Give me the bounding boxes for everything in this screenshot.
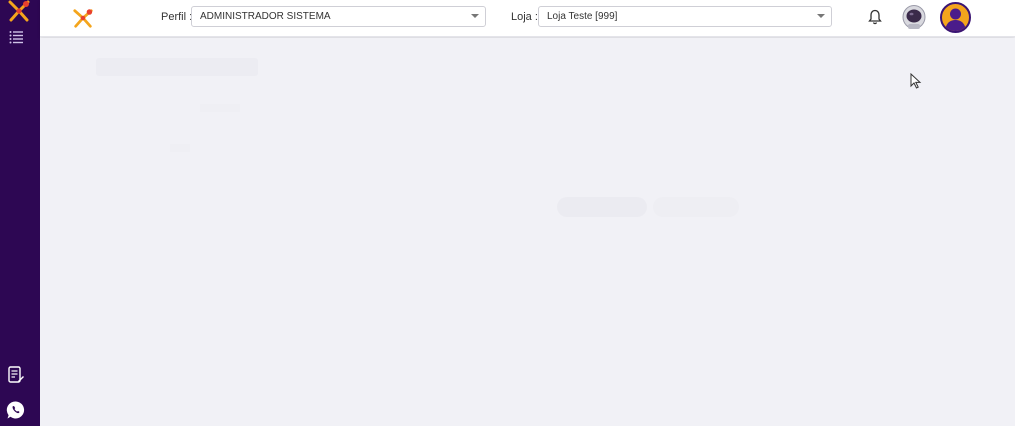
loja-value: Loja Teste [999] — [547, 11, 618, 22]
user-avatar[interactable] — [940, 2, 971, 33]
user-silhouette-icon — [945, 8, 966, 31]
mouse-cursor-icon — [910, 73, 922, 89]
chevron-down-icon — [471, 14, 479, 18]
placeholder-title — [96, 58, 258, 76]
placeholder-text — [200, 104, 240, 112]
perfil-label: Perfil : — [161, 11, 193, 23]
placeholder-button — [557, 197, 647, 217]
top-bar: Perfil : ADMINISTRADOR SISTEMA Loja : Lo… — [40, 0, 1015, 37]
placeholder-text — [170, 144, 190, 152]
loja-select[interactable]: Loja Teste [999] — [538, 6, 832, 27]
list-menu-icon[interactable] — [9, 30, 23, 44]
bell-icon[interactable] — [868, 9, 882, 25]
perfil-value: ADMINISTRADOR SISTEMA — [200, 11, 331, 22]
document-edit-icon[interactable] — [8, 366, 24, 384]
perfil-select[interactable]: ADMINISTRADOR SISTEMA — [191, 6, 486, 27]
sidebar — [0, 0, 40, 426]
brand-logo-icon[interactable] — [72, 7, 94, 29]
food-logo-icon[interactable] — [7, 0, 31, 22]
main-content — [40, 38, 1015, 426]
placeholder-button — [653, 197, 739, 217]
whatsapp-icon[interactable] — [6, 400, 26, 420]
loja-label: Loja : — [511, 11, 538, 23]
astronaut-avatar-icon[interactable] — [901, 4, 927, 30]
chevron-down-icon — [817, 14, 825, 18]
